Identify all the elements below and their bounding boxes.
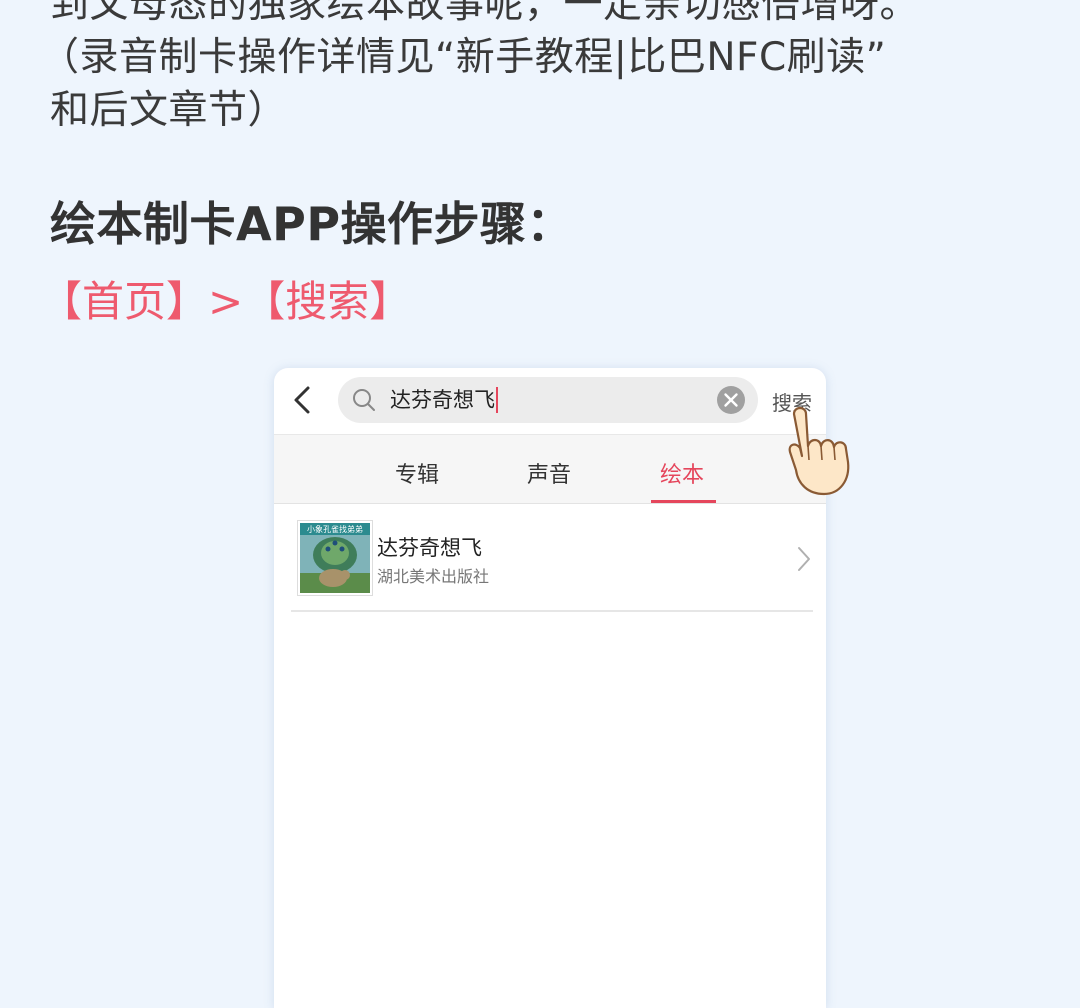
pointing-hand-icon (788, 406, 850, 496)
search-input[interactable]: 达芬奇想飞 (338, 377, 758, 423)
intro-line-3: 和后文章节） (50, 88, 288, 133)
tab-audio[interactable]: 声音 (527, 457, 571, 489)
app-screenshot: 达芬奇想飞 搜索 专辑 声音 绘本 小象孔雀找弟弟 达芬奇想飞 湖北美术出版社 (274, 368, 826, 1008)
tab-album[interactable]: 专辑 (395, 457, 439, 489)
tab-picture-book[interactable]: 绘本 (660, 457, 704, 489)
section-heading: 绘本制卡APP操作步骤： (50, 197, 574, 251)
search-bar: 达芬奇想飞 搜索 (274, 368, 826, 435)
chevron-right-icon (798, 547, 810, 571)
result-tabs: 专辑 声音 绘本 (274, 435, 826, 504)
search-query: 达芬奇想飞 (390, 387, 498, 413)
text-cursor (496, 387, 498, 413)
back-arrow-icon[interactable] (286, 382, 320, 418)
clear-icon[interactable] (716, 385, 746, 415)
intro-line-1: 到父母态的独家绘本故事呢，一定亲切感倍增呀。 (50, 0, 920, 27)
nav-path: 【首页】>【搜索】 (40, 277, 412, 326)
book-publisher: 湖北美术出版社 (377, 567, 490, 586)
active-tab-indicator (651, 500, 716, 503)
list-item[interactable]: 小象孔雀找弟弟 达芬奇想飞 湖北美术出版社 (291, 516, 813, 612)
intro-line-2: （录音制卡操作详情见“新手教程|比巴NFC刷读” (40, 35, 887, 80)
book-title: 达芬奇想飞 (377, 536, 482, 560)
search-icon (353, 389, 375, 411)
book-cover: 小象孔雀找弟弟 (297, 520, 373, 596)
svg-text:小象孔雀找弟弟: 小象孔雀找弟弟 (307, 524, 363, 534)
intro-text: 到父母态的独家绘本故事呢，一定亲切感倍增呀。 （录音制卡操作详情见“新手教程|比… (40, 0, 1060, 137)
